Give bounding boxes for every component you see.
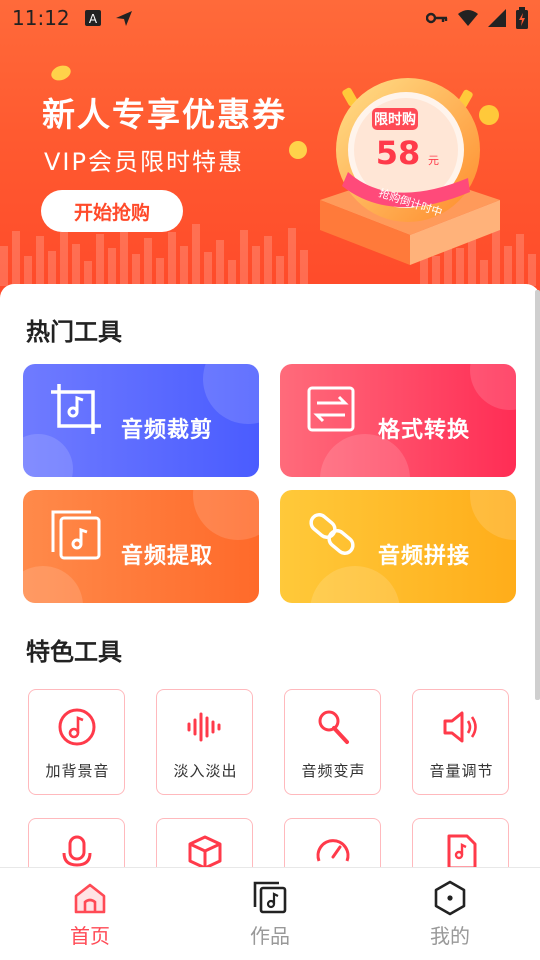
- status-bar: 11:12 A: [0, 0, 540, 36]
- text-a-icon: A: [84, 10, 101, 26]
- svg-text:A: A: [89, 12, 98, 26]
- start-purchase-button[interactable]: 开始抢购: [41, 190, 183, 232]
- feature-tools-title: 特色工具: [26, 638, 122, 666]
- format-convert-card[interactable]: 格式转换: [280, 364, 516, 477]
- bottom-navigation: 首页 作品 我的: [0, 867, 540, 960]
- nav-label: 首页: [70, 924, 110, 948]
- limited-time-timer-illustration: 限时购 58 元 抢购倒计时中: [320, 78, 500, 265]
- feature-tool-label: 淡入淡出: [173, 762, 238, 780]
- link-icon: [309, 513, 355, 555]
- volume-adjust-tool[interactable]: 音量调节: [412, 689, 509, 795]
- home-icon: [74, 883, 106, 914]
- badge-price: 58: [376, 134, 421, 172]
- feature-tool-label: 加背景音: [45, 762, 110, 780]
- banner-title: 新人专享优惠券: [42, 95, 287, 134]
- add-bgm-tool[interactable]: 加背景音: [28, 689, 125, 795]
- crop-icon: [51, 384, 101, 434]
- nav-works[interactable]: 作品: [180, 868, 360, 960]
- hot-tool-label: 音频提取: [121, 544, 214, 569]
- speedometer-icon: [316, 839, 350, 862]
- nav-label: 我的: [430, 924, 470, 948]
- promo-banner[interactable]: 新人专享优惠券 VIP会员限时特惠 开始抢购 限时购 58 元 抢购倒计时中: [0, 0, 540, 300]
- wifi-icon: [458, 10, 478, 26]
- waveform-icon: [187, 712, 221, 742]
- hot-tool-label: 音频拼接: [378, 544, 471, 569]
- audio-crop-card[interactable]: 音频裁剪: [23, 364, 259, 477]
- tools-panel: 热门工具 音频裁剪 格式转换 音频提取 音频拼接 特色工具 加背景音 淡入淡出 …: [0, 284, 540, 876]
- extract-icon: [51, 510, 101, 560]
- scrollbar[interactable]: [535, 290, 540, 700]
- microphone-icon: [318, 710, 349, 744]
- profile-icon: [434, 880, 466, 916]
- banner-subtitle: VIP会员限时特惠: [44, 148, 244, 176]
- speaker-icon: [443, 711, 477, 743]
- feature-tool-label: 音量调节: [429, 762, 494, 780]
- mic-icon: [62, 835, 92, 867]
- audio-join-card[interactable]: 音频拼接: [280, 490, 516, 603]
- airplane-icon: [115, 11, 132, 26]
- status-time: 11:12: [12, 6, 70, 30]
- works-icon: [253, 881, 287, 914]
- voice-change-tool[interactable]: 音频变声: [284, 689, 381, 795]
- audio-extract-card[interactable]: 音频提取: [23, 490, 259, 603]
- fade-in-out-tool[interactable]: 淡入淡出: [156, 689, 253, 795]
- key-icon: [426, 12, 448, 24]
- box-icon: [188, 835, 222, 870]
- music-note-icon: [58, 708, 96, 746]
- convert-icon: [307, 386, 355, 432]
- nav-label: 作品: [250, 924, 290, 948]
- signal-icon: [488, 9, 506, 27]
- badge-title: 限时购: [374, 111, 416, 128]
- badge-unit: 元: [428, 154, 439, 167]
- text-file-icon: [447, 834, 477, 870]
- hot-tool-label: 格式转换: [378, 418, 471, 443]
- battery-icon: [516, 7, 528, 29]
- hot-tools-title: 热门工具: [26, 318, 122, 346]
- nav-profile[interactable]: 我的: [360, 868, 540, 960]
- hot-tool-label: 音频裁剪: [121, 418, 214, 443]
- feature-tool-label: 音频变声: [301, 762, 366, 780]
- coin-icon: [51, 65, 71, 81]
- nav-home[interactable]: 首页: [0, 868, 180, 960]
